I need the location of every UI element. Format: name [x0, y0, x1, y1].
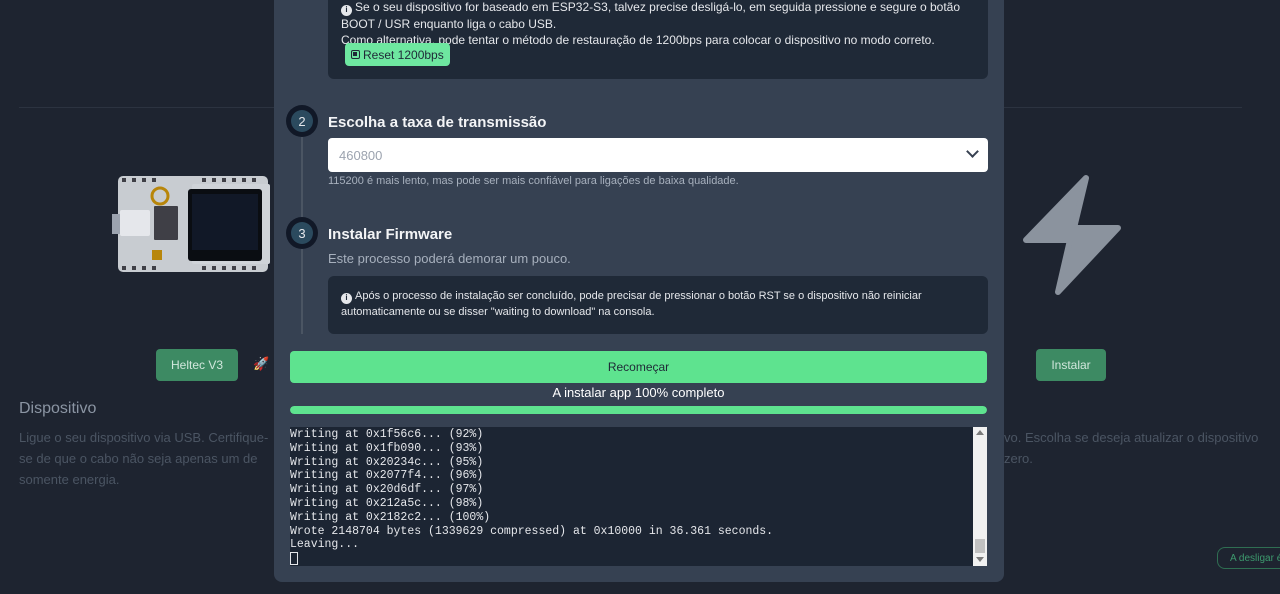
- progress-label: A instalar app 100% completo: [552, 385, 725, 400]
- restart-button[interactable]: Recomeçar: [290, 351, 987, 383]
- step-3-number: 3: [291, 222, 313, 244]
- scroll-thumb[interactable]: [975, 539, 985, 553]
- scroll-down-icon[interactable]: [976, 557, 984, 562]
- console-line: Writing at 0x1fb090... (93%): [290, 441, 484, 455]
- console-output[interactable]: Writing at 0x1f56c6... (92%) Writing at 0…: [290, 427, 987, 566]
- baud-rate-hint: 115200 é mais lento, mas pode ser mais c…: [328, 175, 739, 187]
- console-lines: Writing at 0x1f56c6... (92%) Writing at 0…: [290, 428, 973, 566]
- lightning-bolt-icon: [1023, 175, 1121, 295]
- step-2-number: 2: [291, 110, 313, 132]
- scroll-up-icon[interactable]: [976, 430, 984, 435]
- install-button[interactable]: Instalar: [1036, 349, 1106, 381]
- step-3-title: Instalar Firmware: [328, 226, 453, 243]
- chip-icon: [351, 50, 360, 59]
- disconnect-button[interactable]: A desligar é: [1217, 547, 1280, 569]
- console-line: Writing at 0x20234c... (95%): [290, 455, 484, 469]
- console-line: Writing at 0x20d6df... (97%): [290, 483, 484, 497]
- esp32-info-text: i Se o seu dispositivo for baseado em ESP…: [341, 0, 975, 32]
- install-info-text: Após o processo de instalação ser conclu…: [341, 290, 922, 318]
- console-line: Wrote 2148704 bytes (1339629 compressed)…: [290, 524, 774, 538]
- info-icon: i: [341, 292, 352, 304]
- flash-dialog: i Se o seu dispositivo for baseado em ESP…: [274, 0, 1004, 582]
- reset-1200bps-button[interactable]: Reset 1200bps: [345, 43, 450, 66]
- section-description: Ligue o seu dispositivo via USB. Certifi…: [19, 430, 269, 487]
- baud-rate-select[interactable]: 460800: [328, 138, 988, 172]
- reset-1200bps-label: Reset 1200bps: [363, 47, 444, 62]
- heltec-board-image: [112, 176, 270, 272]
- progress-fill: [290, 406, 987, 414]
- right-description: vo. Escolha se deseja atualizar o dispos…: [1004, 430, 1259, 466]
- esp32-info-box: i Se o seu dispositivo for baseado em ESP…: [328, 0, 988, 79]
- console-line: Leaving...: [290, 538, 360, 552]
- step-3-subtitle: Este processo poderá demorar um pouco.: [328, 251, 571, 266]
- chevron-down-icon: [966, 145, 979, 158]
- rocket-icon: 🚀: [253, 356, 270, 371]
- step-2-title: Escolha a taxa de transmissão: [328, 114, 547, 131]
- console-line: Writing at 0x212a5c... (98%): [290, 496, 484, 510]
- console-line: Writing at 0x2182c2... (100%): [290, 510, 491, 524]
- baud-rate-value: 460800: [339, 147, 383, 163]
- section-title: Dispositivo: [19, 400, 97, 417]
- progress-bar: [290, 406, 987, 414]
- esp32-info-line1: Se o seu dispositivo for baseado em ESP3…: [341, 0, 961, 31]
- console-cursor: [290, 552, 973, 566]
- step-2-badge: 2: [286, 105, 318, 137]
- console-scrollbar[interactable]: [973, 427, 987, 566]
- console-line: Writing at 0x2077f4... (96%): [290, 469, 484, 483]
- device-button[interactable]: Heltec V3: [156, 349, 238, 381]
- install-info-box: i Após o processo de instalação ser concl…: [328, 276, 988, 334]
- console-line: Writing at 0x1f56c6... (92%): [290, 428, 484, 441]
- info-icon: i: [341, 4, 352, 16]
- step-3-badge: 3: [286, 217, 318, 249]
